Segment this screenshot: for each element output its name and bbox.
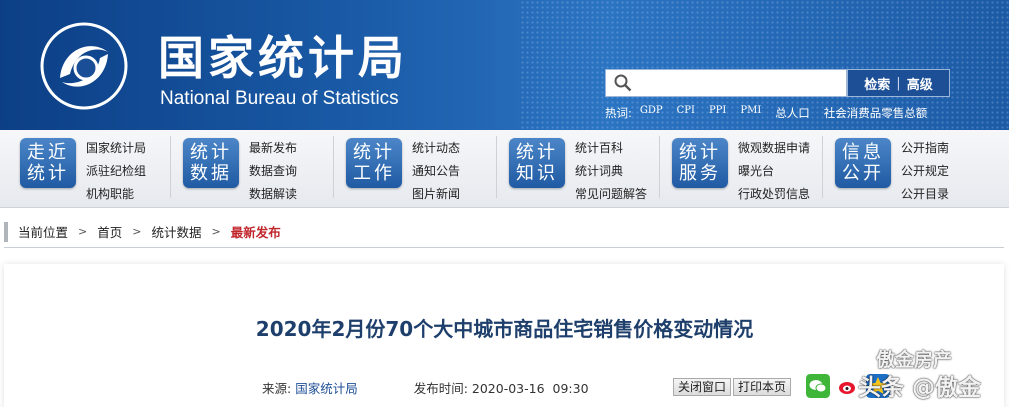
breadcrumb-current[interactable]: 最新发布 <box>231 222 281 241</box>
hotwords-label: 热词: <box>605 106 632 120</box>
nav-badge-line: 公开 <box>842 163 884 184</box>
site-title-en: National Bureau of Statistics <box>160 88 399 109</box>
close-window-button[interactable]: 关闭窗口 <box>673 378 732 396</box>
nav-divider <box>496 136 497 198</box>
nav-divider <box>822 136 823 198</box>
hotword-link[interactable]: 社会消费品零售总额 <box>824 105 928 121</box>
nav-badge-work[interactable]: 统计 工作 <box>346 138 402 188</box>
nav-links: 最新发布 数据查询 数据解读 <box>249 137 297 206</box>
breadcrumb-home[interactable]: 首页 <box>97 222 122 241</box>
main-nav: 走近 统计 国家统计局 派驻纪检组 机构职能 统计 数据 最新发布 数据查询 数… <box>0 130 1009 208</box>
advanced-search-button[interactable]: 高级 <box>907 74 933 93</box>
nav-link[interactable]: 公开指南 <box>901 137 949 160</box>
nav-badge-line: 统计 <box>27 163 69 184</box>
nav-link[interactable]: 派驻纪检组 <box>86 160 146 183</box>
nav-links: 微观数据申请 曝光台 行政处罚信息 <box>738 137 810 206</box>
nav-link[interactable]: 曝光台 <box>738 160 810 183</box>
search-button[interactable]: 检索 <box>864 74 890 93</box>
nav-badge-line: 统计 <box>353 142 395 163</box>
source-label: 来源: <box>262 381 292 396</box>
weibo-share-icon[interactable] <box>836 374 860 398</box>
site-header: 国家统计局 National Bureau of Statistics 检索 |… <box>0 0 1009 130</box>
nav-link[interactable]: 统计词典 <box>575 160 647 183</box>
nav-link[interactable]: 国家统计局 <box>86 137 146 160</box>
nav-link[interactable]: 数据解读 <box>249 183 297 206</box>
nav-badge-line: 知识 <box>516 163 558 184</box>
nav-divider <box>170 136 171 198</box>
nav-links: 统计动态 通知公告 图片新闻 <box>412 137 460 206</box>
nav-badge-line: 统计 <box>190 142 232 163</box>
nav-badge-line: 数据 <box>190 163 232 184</box>
nav-link[interactable]: 数据查询 <box>249 160 297 183</box>
nav-badge-line: 统计 <box>516 142 558 163</box>
nav-link[interactable]: 微观数据申请 <box>738 137 810 160</box>
nav-divider <box>333 136 334 198</box>
nav-link[interactable]: 行政处罚信息 <box>738 183 810 206</box>
hotword-link[interactable]: CPI <box>677 105 695 121</box>
nav-divider <box>659 136 660 198</box>
site-title-cn: 国家统计局 <box>158 31 408 85</box>
wechat-watermark-icon <box>836 347 861 366</box>
nav-link[interactable]: 常见问题解答 <box>575 183 647 206</box>
nav-badge-disclosure[interactable]: 信息 公开 <box>835 138 891 188</box>
nav-link[interactable]: 公开目录 <box>901 183 949 206</box>
article-title: 2020年2月份70个大中城市商品住宅销售价格变动情况 <box>255 317 754 341</box>
nav-links: 国家统计局 派驻纪检组 机构职能 <box>86 137 146 206</box>
nav-link[interactable]: 统计百科 <box>575 137 647 160</box>
search-input[interactable] <box>640 72 840 94</box>
nav-badge-knowledge[interactable]: 统计 知识 <box>509 138 565 188</box>
hotword-link[interactable]: PPI <box>709 105 726 121</box>
publish-time-label: 发布时间: <box>413 381 468 396</box>
nav-link[interactable]: 机构职能 <box>86 183 146 206</box>
publish-time-value: 2020-03-16 09:30 <box>471 381 589 396</box>
nav-badge-line: 服务 <box>679 163 721 184</box>
nav-badge-about[interactable]: 走近 统计 <box>20 138 76 188</box>
wechat-share-icon[interactable] <box>806 374 830 398</box>
nav-link[interactable]: 图片新闻 <box>412 183 460 206</box>
nav-badge-line: 走近 <box>27 142 69 163</box>
nav-badge-data[interactable]: 统计 数据 <box>183 138 239 188</box>
nav-badge-line: 统计 <box>679 142 721 163</box>
nbs-logo-icon[interactable] <box>40 22 128 110</box>
nav-link[interactable]: 统计动态 <box>412 137 460 160</box>
print-page-button[interactable]: 打印本页 <box>733 378 792 396</box>
nav-links: 统计百科 统计词典 常见问题解答 <box>575 137 647 206</box>
nav-badge-line: 信息 <box>842 142 884 163</box>
search-icon <box>614 74 632 92</box>
chevron-right-icon: > <box>211 225 221 238</box>
breadcrumb-marker <box>4 221 8 242</box>
nav-link[interactable]: 最新发布 <box>249 137 297 160</box>
breadcrumb-label: 当前位置 <box>18 225 69 240</box>
source-value: 国家统计局 <box>295 381 358 396</box>
hotword-link[interactable]: 总人口 <box>775 105 810 121</box>
nav-badge-service[interactable]: 统计 服务 <box>672 138 728 188</box>
breadcrumb-stats-data[interactable]: 统计数据 <box>151 222 201 241</box>
chevron-right-icon: > <box>78 225 88 238</box>
nav-link[interactable]: 通知公告 <box>412 160 460 183</box>
watermark-line2: 头条 @傲金 <box>858 375 982 401</box>
nav-badge-line: 工作 <box>353 163 395 184</box>
hotword-link[interactable]: PMI <box>740 105 761 121</box>
search-box <box>605 69 847 97</box>
hotwords-bar: 热词: GDP CPI PPI PMI 总人口 社会消费品零售总额 <box>605 105 941 121</box>
nav-links: 公开指南 公开规定 公开目录 <box>901 137 949 206</box>
nav-link[interactable]: 公开规定 <box>901 160 949 183</box>
search-buttons: 检索 | 高级 <box>847 69 950 97</box>
article-meta: 来源: 国家统计局 发布时间: 2020-03-16 09:30 <box>262 378 589 397</box>
breadcrumb: 当前位置 > 首页 > 统计数据 > 最新发布 <box>4 216 1004 248</box>
chevron-right-icon: > <box>132 225 142 238</box>
divider: | <box>896 75 901 91</box>
hotword-link[interactable]: GDP <box>640 105 663 121</box>
